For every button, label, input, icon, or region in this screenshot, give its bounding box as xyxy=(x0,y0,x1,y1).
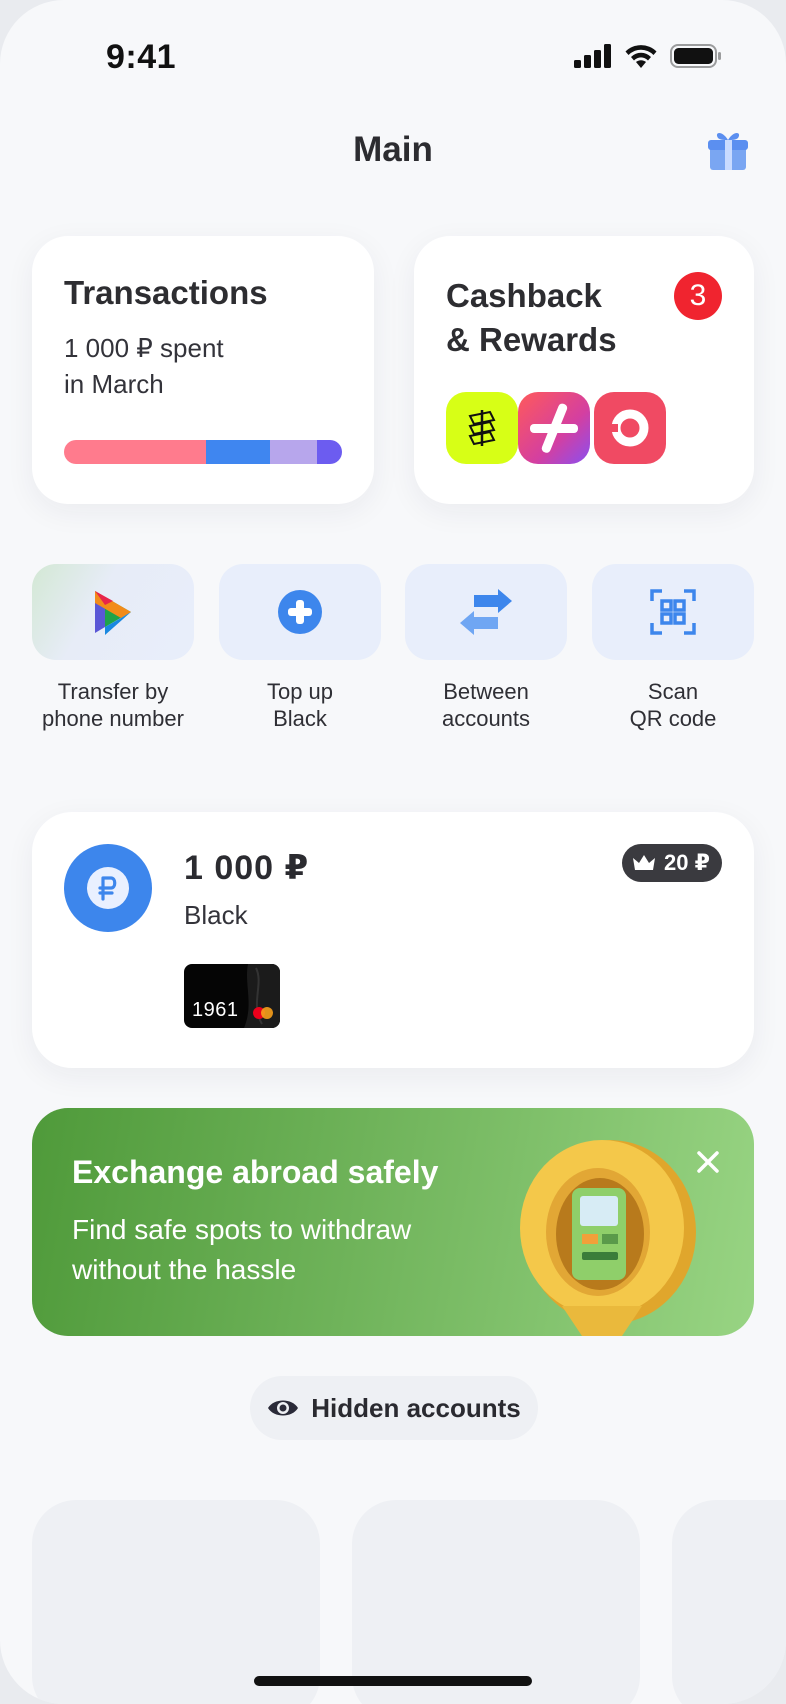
transactions-summary: 1 000 ₽ spent in March xyxy=(64,333,224,399)
qr-scan-icon xyxy=(592,564,754,660)
app-screen: 9:41 Main Transactions 1 000 ₽ spent in … xyxy=(0,0,786,1704)
hidden-accounts-label: Hidden accounts xyxy=(311,1392,521,1423)
page-title: Main xyxy=(353,130,433,169)
partner-lime-icon[interactable] xyxy=(446,392,518,464)
atm-location-pin-icon xyxy=(520,1140,696,1336)
gift-icon[interactable] xyxy=(706,128,750,172)
home-indicator[interactable] xyxy=(254,1676,532,1686)
hidden-accounts-button[interactable]: Hidden accounts xyxy=(250,1376,538,1440)
eye-icon xyxy=(268,1400,299,1416)
sbp-icon xyxy=(32,564,194,660)
cashback-amount: 20 ₽ xyxy=(664,850,710,875)
cashback-card[interactable]: Cashback & Rewards 3 xyxy=(414,236,754,504)
bank-card-thumbnail[interactable]: 1961 xyxy=(184,964,280,1028)
quick-action-label: Scan QR code xyxy=(629,679,717,731)
placeholder-tile xyxy=(352,1500,640,1704)
spending-bar-segment xyxy=(64,440,206,464)
banner-text: Find safe spots to withdraw without the … xyxy=(72,1214,412,1285)
account-card[interactable]: 1 000 ₽ Black 20 ₽ 1961 xyxy=(32,812,754,1068)
mastercard-icon xyxy=(253,1007,273,1019)
transactions-card[interactable]: Transactions 1 000 ₽ spent in March xyxy=(32,236,374,504)
battery-icon xyxy=(670,44,721,68)
scan-qr-button[interactable]: Scan QR code xyxy=(592,564,754,732)
quick-action-label: Top up Black xyxy=(266,679,334,731)
between-accounts-button[interactable]: Between accounts xyxy=(405,564,567,732)
spending-bar-segment xyxy=(269,440,317,464)
ruble-icon xyxy=(64,844,152,932)
signal-icon xyxy=(574,44,611,68)
transfer-by-phone-button[interactable]: Transfer by phone number xyxy=(32,564,194,732)
crown-icon xyxy=(633,855,655,870)
cashback-title: Cashback & Rewards xyxy=(446,277,617,358)
spending-bar-segment xyxy=(316,440,342,464)
spending-bar-segment xyxy=(205,440,270,464)
status-icons xyxy=(574,44,722,68)
transactions-title: Transactions xyxy=(64,274,268,311)
partner-red-circle-icon[interactable] xyxy=(594,392,666,464)
cashback-badge[interactable]: 20 ₽ xyxy=(622,844,722,882)
close-icon[interactable] xyxy=(690,1144,726,1180)
account-balance: 1 000 ₽ xyxy=(184,849,310,887)
partner-pink-plus-icon[interactable] xyxy=(518,392,590,464)
top-up-button[interactable]: Top up Black xyxy=(219,564,381,732)
wifi-icon xyxy=(625,45,657,68)
placeholder-tile xyxy=(672,1500,786,1704)
promo-banner[interactable]: Exchange abroad safely Find safe spots t… xyxy=(32,1108,754,1336)
banner-title: Exchange abroad safely xyxy=(72,1154,439,1190)
account-name: Black xyxy=(184,900,248,930)
placeholder-tile xyxy=(32,1500,320,1704)
quick-action-label: Transfer by phone number xyxy=(42,679,184,731)
spending-bar xyxy=(64,440,342,464)
plus-circle-icon xyxy=(219,564,381,660)
quick-action-label: Between accounts xyxy=(441,679,531,731)
status-time: 9:41 xyxy=(106,38,177,76)
card-last-digits: 1961 xyxy=(192,999,239,1021)
exchange-arrows-icon xyxy=(405,564,567,660)
notification-badge: 3 xyxy=(674,272,722,320)
